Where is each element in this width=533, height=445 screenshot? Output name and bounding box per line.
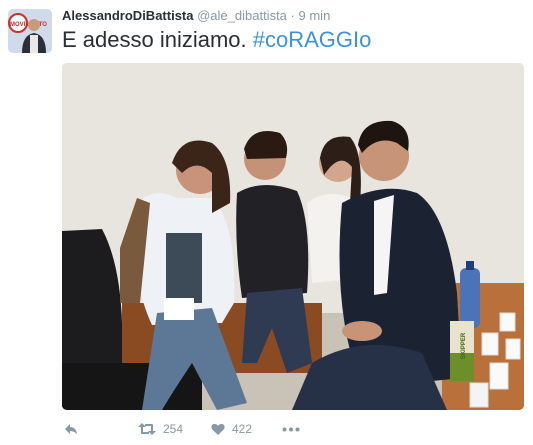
tweet-actions: 254 422 [62, 418, 522, 440]
bottle-label: SKIPPER [461, 332, 467, 359]
tweet-photo[interactable]: SKIPPER [62, 63, 524, 410]
avatar[interactable]: MOVIMENTO [8, 9, 52, 53]
reply-icon [65, 424, 77, 434]
tweet-header: AlessandroDiBattista @ale_dibattista · 9… [62, 8, 330, 24]
like-button[interactable]: 422 [211, 418, 252, 440]
tweet-card: MOVIMENTO AlessandroDiBattista @ale_diba… [0, 0, 533, 445]
header-separator: · [290, 8, 295, 23]
like-icon [211, 423, 225, 435]
photo-illustration: SKIPPER [62, 63, 524, 410]
more-icon [282, 427, 300, 431]
more-button[interactable] [282, 418, 300, 440]
tweet-text: E adesso iniziamo. #coRAGGIo [62, 26, 371, 54]
author-name[interactable]: AlessandroDiBattista [62, 8, 193, 23]
tweet-text-plain: E adesso iniziamo. [62, 27, 253, 52]
retweet-count: 254 [163, 422, 184, 436]
avatar-image: MOVIMENTO [8, 9, 52, 53]
hashtag-link[interactable]: #coRAGGIo [253, 27, 372, 52]
retweet-button[interactable]: 254 [138, 418, 183, 440]
like-count: 422 [232, 422, 253, 436]
retweet-icon [138, 423, 156, 435]
tweet-timestamp[interactable]: 9 min [299, 8, 331, 23]
author-handle[interactable]: @ale_dibattista [197, 8, 287, 23]
reply-button[interactable] [64, 418, 78, 440]
